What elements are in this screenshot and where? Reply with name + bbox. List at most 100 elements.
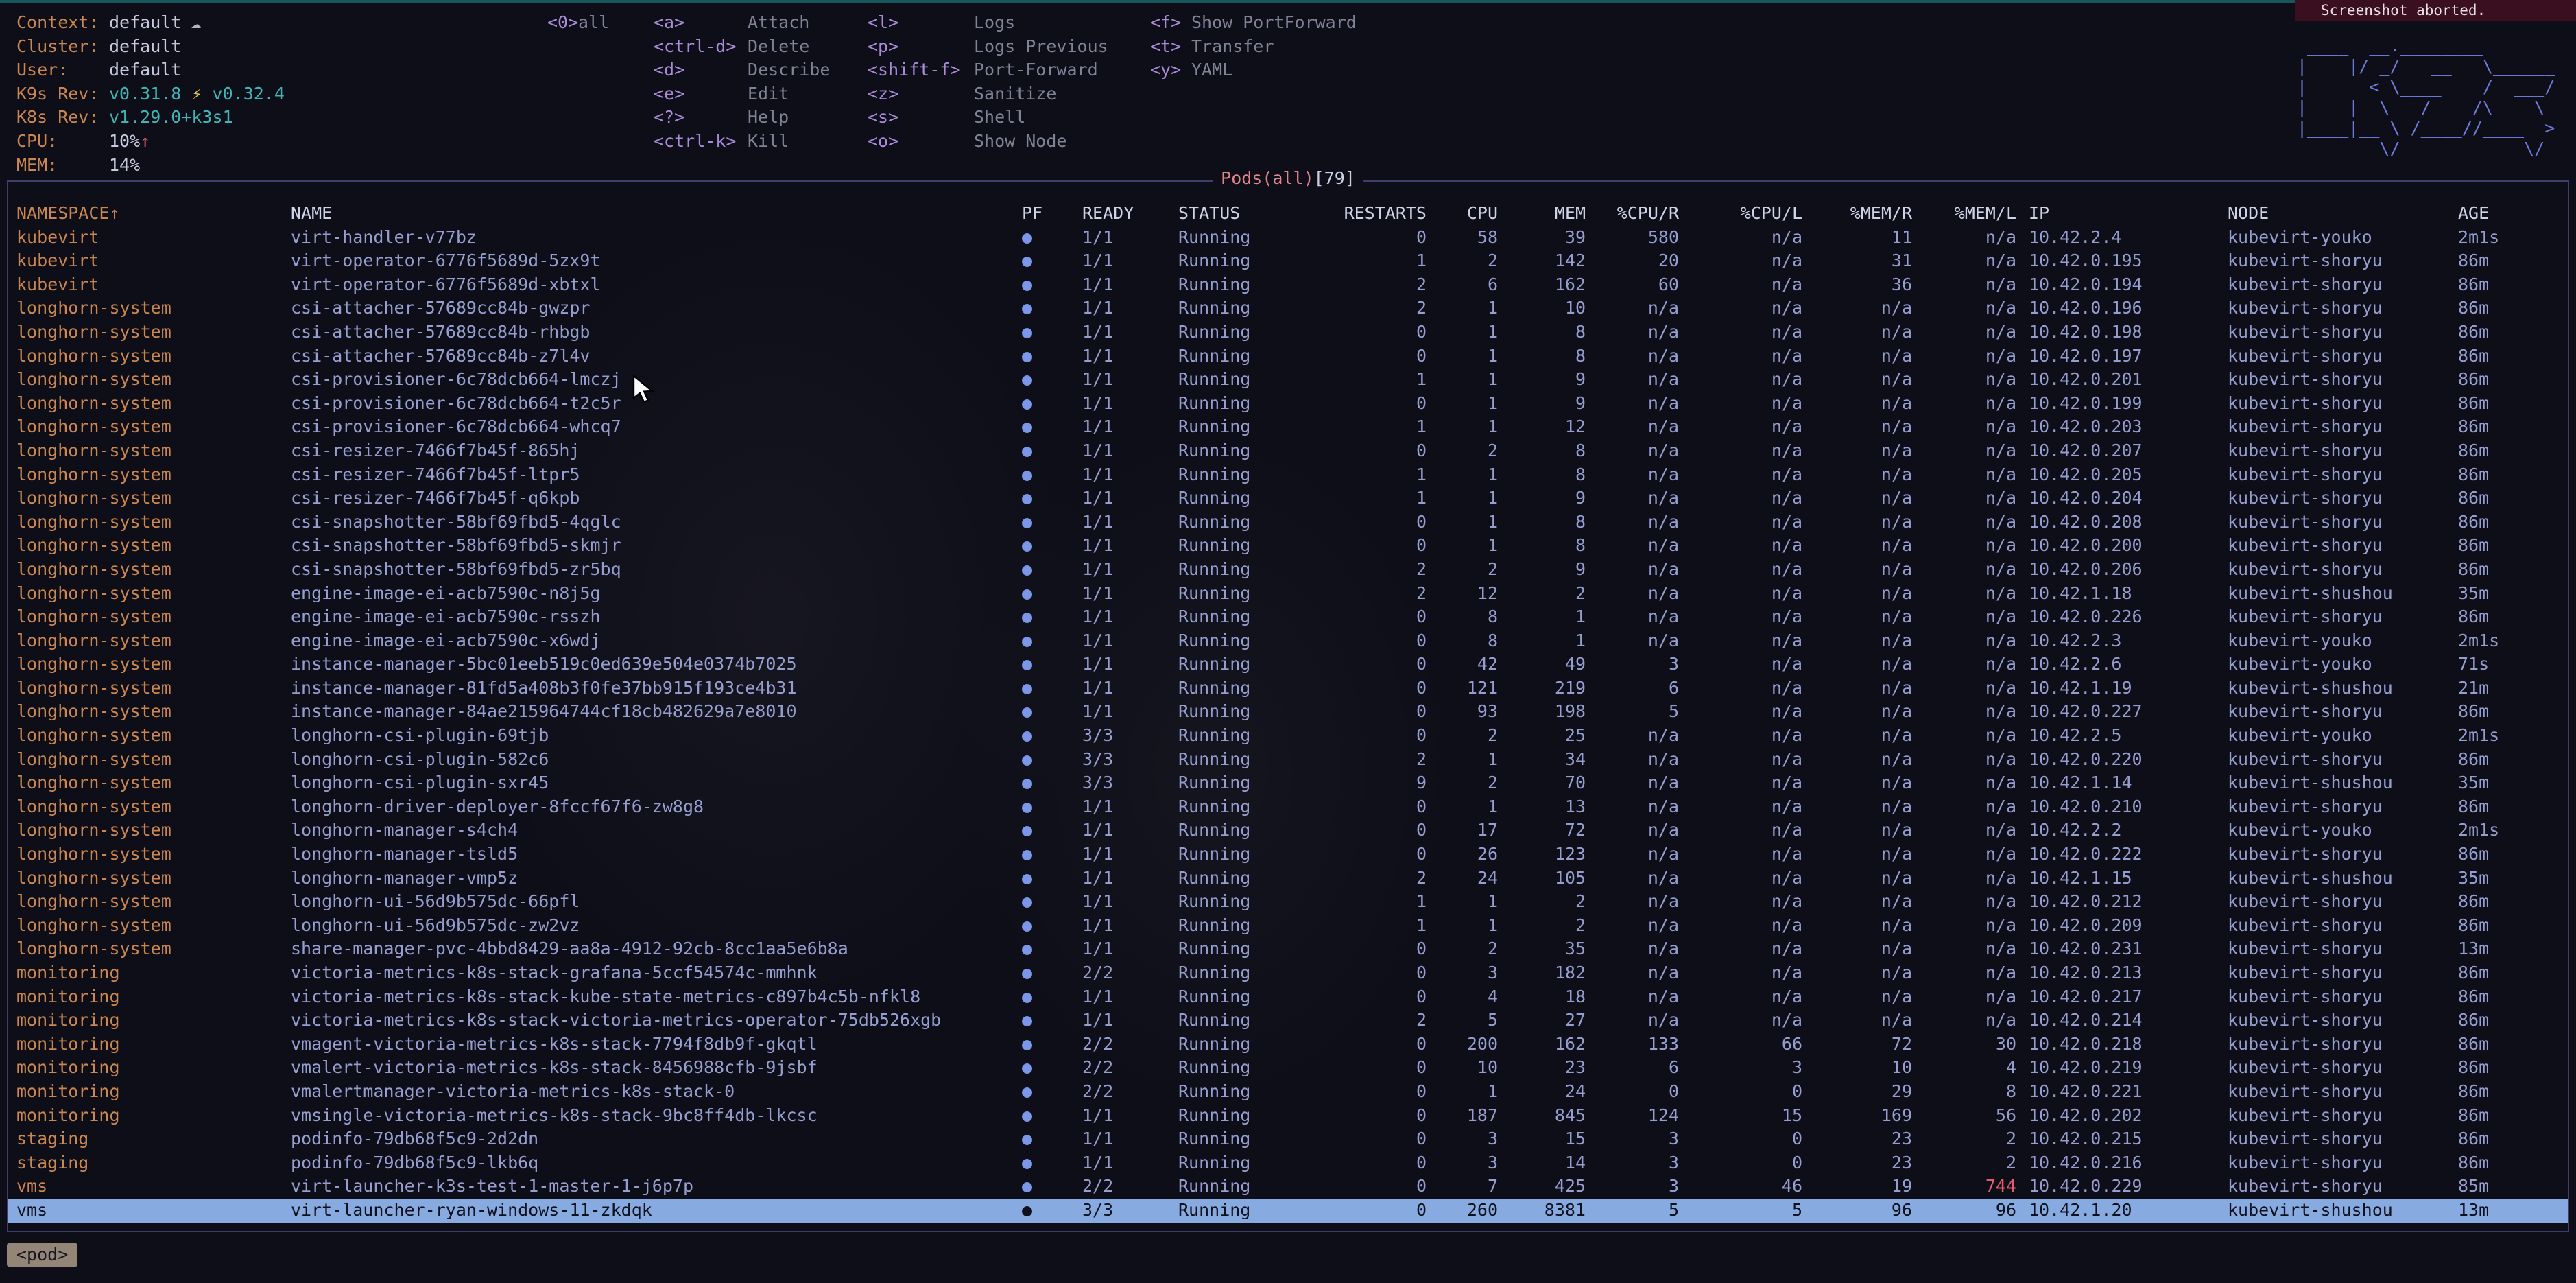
column-header-pf[interactable]: PF bbox=[1018, 202, 1070, 226]
cell-ready: 1/1 bbox=[1070, 486, 1166, 510]
cell-ip: 10.42.0.204 bbox=[2016, 486, 2228, 510]
table-row[interactable]: longhorn-systemlonghorn-csi-plugin-69tjb… bbox=[16, 724, 2560, 748]
table-row[interactable]: longhorn-systeminstance-manager-81fd5a40… bbox=[16, 676, 2560, 701]
table-row[interactable]: kubevirtvirt-operator-6776f5689d-xbtxl●1… bbox=[16, 273, 2560, 297]
menu-item[interactable]: <e>Edit bbox=[654, 82, 830, 106]
table-row[interactable]: longhorn-systemlonghorn-csi-plugin-582c6… bbox=[16, 748, 2560, 772]
table-row[interactable]: longhorn-systemcsi-attacher-57689cc84b-r… bbox=[16, 320, 2560, 344]
table-row[interactable]: longhorn-systemcsi-resizer-7466f7b45f-lt… bbox=[16, 463, 2560, 487]
table-row[interactable]: longhorn-systemlonghorn-manager-s4ch4●1/… bbox=[16, 819, 2560, 843]
table-row[interactable]: longhorn-systeminstance-manager-5bc01eeb… bbox=[16, 652, 2560, 676]
cell-age: 21m bbox=[2458, 676, 2560, 701]
cell-ip: 10.42.0.226 bbox=[2016, 605, 2228, 629]
context-label: Context: bbox=[16, 11, 109, 35]
cpu-value: 10% bbox=[109, 131, 140, 151]
table-row[interactable]: longhorn-systemlonghorn-ui-56d9b575dc-66… bbox=[16, 890, 2560, 914]
cell-cpur: n/a bbox=[1586, 937, 1679, 961]
column-header-namespace[interactable]: NAMESPACE↑ bbox=[16, 202, 291, 226]
table-row[interactable]: longhorn-systemlonghorn-driver-deployer-… bbox=[16, 795, 2560, 819]
table-row[interactable]: longhorn-systeminstance-manager-84ae2159… bbox=[16, 700, 2560, 724]
column-header-ready[interactable]: READY bbox=[1070, 202, 1166, 226]
menu-item[interactable]: <0>all bbox=[547, 11, 609, 35]
column-header-status[interactable]: STATUS bbox=[1166, 202, 1328, 226]
cell-name: longhorn-driver-deployer-8fccf67f6-zw8g8 bbox=[291, 795, 1018, 819]
cell-cpul: n/a bbox=[1679, 344, 1802, 368]
table-row[interactable]: longhorn-systemcsi-provisioner-6c78dcb66… bbox=[16, 415, 2560, 439]
table-row[interactable]: monitoringvmsingle-victoria-metrics-k8s-… bbox=[16, 1104, 2560, 1128]
column-header-age[interactable]: AGE bbox=[2458, 202, 2560, 226]
cell-cpu: 1 bbox=[1427, 463, 1498, 487]
table-row[interactable]: longhorn-systemlonghorn-manager-vmp5z●1/… bbox=[16, 867, 2560, 891]
menu-item[interactable]: <y>YAML bbox=[1150, 58, 1357, 82]
cell-age: 86m bbox=[2458, 961, 2560, 985]
table-row[interactable]: monitoringvmalert-victoria-metrics-k8s-s… bbox=[16, 1056, 2560, 1080]
cell-cpur: n/a bbox=[1586, 344, 1679, 368]
menu-item[interactable]: <l>Logs bbox=[868, 11, 1108, 35]
table-row[interactable]: longhorn-systemcsi-snapshotter-58bf69fbd… bbox=[16, 510, 2560, 534]
table-row[interactable]: longhorn-systemlonghorn-manager-tsld5●1/… bbox=[16, 843, 2560, 867]
column-header-node[interactable]: NODE bbox=[2228, 202, 2458, 226]
table-row[interactable]: longhorn-systemlonghorn-ui-56d9b575dc-zw… bbox=[16, 914, 2560, 938]
table-row[interactable]: longhorn-systemcsi-provisioner-6c78dcb66… bbox=[16, 392, 2560, 416]
menu-item[interactable]: <a>Attach bbox=[654, 11, 830, 35]
breadcrumb-pod[interactable]: <pod> bbox=[7, 1243, 77, 1267]
table-row[interactable]: monitoringvmagent-victoria-metrics-k8s-s… bbox=[16, 1033, 2560, 1057]
menu-item[interactable]: <ctrl-k>Kill bbox=[654, 130, 830, 154]
menu-item[interactable]: <o>Show Node bbox=[868, 130, 1108, 154]
table-row[interactable]: monitoringvictoria-metrics-k8s-stack-kub… bbox=[16, 985, 2560, 1009]
menu-item[interactable]: <s>Shell bbox=[868, 106, 1108, 130]
table-row[interactable]: monitoringvictoria-metrics-k8s-stack-gra… bbox=[16, 961, 2560, 985]
cell-memr: n/a bbox=[1802, 582, 1912, 606]
table-row[interactable]: monitoringvictoria-metrics-k8s-stack-vic… bbox=[16, 1009, 2560, 1033]
menu-item[interactable]: <ctrl-d>Delete bbox=[654, 35, 830, 59]
table-row[interactable]: longhorn-systemcsi-snapshotter-58bf69fbd… bbox=[16, 534, 2560, 558]
menu-item[interactable]: <shift-f>Port-Forward bbox=[868, 58, 1108, 82]
column-header-mem-l[interactable]: %MEM/L bbox=[1912, 202, 2016, 226]
table-row[interactable]: longhorn-systemcsi-snapshotter-58bf69fbd… bbox=[16, 558, 2560, 582]
table-row[interactable]: monitoringvmalertmanager-victoria-metric… bbox=[16, 1080, 2560, 1104]
column-header-mem-r[interactable]: %MEM/R bbox=[1802, 202, 1912, 226]
menu-item[interactable]: <?>Help bbox=[654, 106, 830, 130]
cloud-icon: ☁ bbox=[181, 12, 201, 32]
column-header-cpu-r[interactable]: %CPU/R bbox=[1586, 202, 1679, 226]
table-row[interactable]: longhorn-systemcsi-attacher-57689cc84b-g… bbox=[16, 296, 2560, 320]
menu-item[interactable]: <p>Logs Previous bbox=[868, 35, 1108, 59]
table-row[interactable]: kubevirtvirt-operator-6776f5689d-5zx9t●1… bbox=[16, 249, 2560, 273]
table-row[interactable]: longhorn-systemengine-image-ei-acb7590c-… bbox=[16, 582, 2560, 606]
column-header-name[interactable]: NAME bbox=[291, 202, 1018, 226]
table-row[interactable]: longhorn-systemlonghorn-csi-plugin-sxr45… bbox=[16, 771, 2560, 795]
table-row[interactable]: stagingpodinfo-79db68f5c9-lkb6q●1/1Runni… bbox=[16, 1151, 2560, 1175]
table-row[interactable]: vmsvirt-launcher-k3s-test-1-master-1-j6p… bbox=[16, 1175, 2560, 1199]
column-header-ip[interactable]: IP bbox=[2016, 202, 2228, 226]
cell-node: kubevirt-shoryu bbox=[2228, 795, 2458, 819]
pods-table: Pods(all)[79] NAMESPACE↑ NAME PF READY S… bbox=[7, 180, 2569, 1232]
cell-meml: 8 bbox=[1912, 1080, 2016, 1104]
table-row[interactable]: longhorn-systemcsi-attacher-57689cc84b-z… bbox=[16, 344, 2560, 368]
table-row[interactable]: longhorn-systemcsi-provisioner-6c78dcb66… bbox=[16, 368, 2560, 392]
table-row[interactable]: longhorn-systemengine-image-ei-acb7590c-… bbox=[16, 605, 2560, 629]
table-row[interactable]: longhorn-systemcsi-resizer-7466f7b45f-86… bbox=[16, 439, 2560, 463]
menu-item[interactable]: <z>Sanitize bbox=[868, 82, 1108, 106]
pf-indicator: ● bbox=[1018, 1151, 1070, 1175]
table-row[interactable]: stagingpodinfo-79db68f5c9-2d2dn●1/1Runni… bbox=[16, 1127, 2560, 1151]
column-header-mem[interactable]: MEM bbox=[1498, 202, 1586, 226]
cell-namespace: longhorn-system bbox=[16, 486, 291, 510]
table-row[interactable]: kubevirtvirt-handler-v77bz●1/1Running058… bbox=[16, 226, 2560, 250]
column-header-cpu-l[interactable]: %CPU/L bbox=[1679, 202, 1802, 226]
cell-namespace: kubevirt bbox=[16, 249, 291, 273]
table-row[interactable]: vmsvirt-launcher-ryan-windows-11-zkdqk●3… bbox=[16, 1199, 2560, 1223]
menu-item[interactable]: <d>Describe bbox=[654, 58, 830, 82]
table-row[interactable]: longhorn-systemengine-image-ei-acb7590c-… bbox=[16, 629, 2560, 653]
cell-cpu: 2 bbox=[1427, 771, 1498, 795]
column-header-cpu[interactable]: CPU bbox=[1427, 202, 1498, 226]
menu-item[interactable]: <f>Show PortForward bbox=[1150, 11, 1357, 35]
cluster-value: default bbox=[109, 36, 181, 56]
table-row[interactable]: longhorn-systemshare-manager-pvc-4bbd842… bbox=[16, 937, 2560, 961]
cell-meml: n/a bbox=[1912, 344, 2016, 368]
cell-restarts: 2 bbox=[1328, 273, 1427, 297]
menu-item[interactable]: <t>Transfer bbox=[1150, 35, 1357, 59]
cell-age: 86m bbox=[2458, 890, 2560, 914]
column-header-restarts[interactable]: RESTARTS bbox=[1328, 202, 1427, 226]
table-row[interactable]: longhorn-systemcsi-resizer-7466f7b45f-q6… bbox=[16, 486, 2560, 510]
cell-age: 2m1s bbox=[2458, 226, 2560, 250]
